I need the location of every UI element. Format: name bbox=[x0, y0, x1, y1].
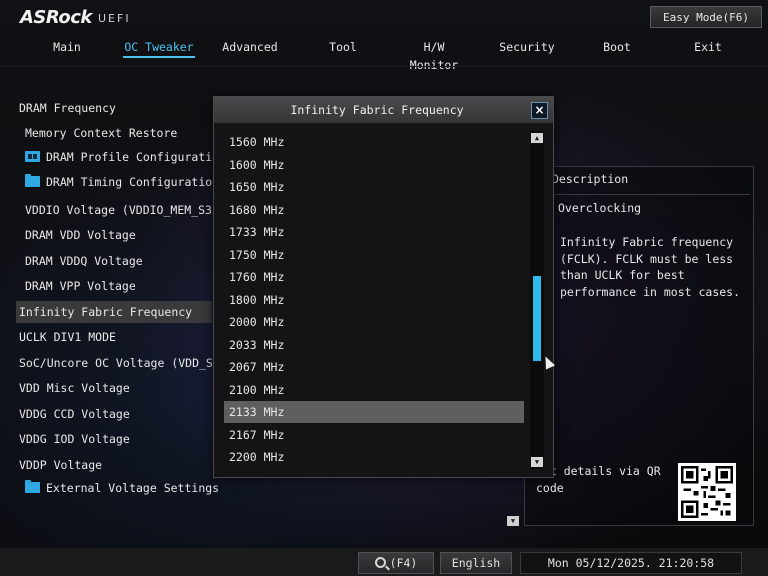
frequency-option[interactable]: 1750 MHz bbox=[224, 244, 524, 266]
menu-item-dram-profile-configuration[interactable]: DRAM Profile Configuration bbox=[25, 146, 226, 168]
asrock-logo: ASRock bbox=[20, 7, 92, 28]
menu-item-dram-vdd-voltage[interactable]: DRAM VDD Voltage bbox=[25, 224, 136, 246]
frequency-option[interactable]: 2167 MHz bbox=[224, 424, 524, 446]
menu-item-dram-vddq-voltage[interactable]: DRAM VDDQ Voltage bbox=[25, 250, 143, 272]
menu-item-memory-context-restore[interactable]: Memory Context Restore bbox=[25, 122, 177, 144]
menu-item-soc-uncore-oc-voltage[interactable]: SoC/Uncore OC Voltage (VDD_SOC) bbox=[19, 352, 234, 374]
menu-item-vddio-voltage[interactable]: VDDIO Voltage (VDDIO_MEM_S3) bbox=[25, 199, 219, 221]
qr-caption: Get details via QR code bbox=[536, 464, 661, 495]
frequency-option-list[interactable]: 1560 MHz 1600 MHz 1650 MHz 1680 MHz 1733 MHz… bbox=[224, 131, 528, 471]
tab-advanced[interactable]: Advanced bbox=[222, 38, 278, 58]
search-button[interactable]: (F4) bbox=[358, 552, 434, 574]
menu-item-vdd-misc-voltage[interactable]: VDD Misc Voltage bbox=[19, 377, 130, 399]
menu-item-vddp-voltage[interactable]: VDDP Voltage bbox=[19, 454, 102, 476]
frequency-option[interactable]: 2067 MHz bbox=[224, 356, 524, 378]
menu-item-infinity-fabric-frequency[interactable]: Infinity Fabric Frequency bbox=[16, 301, 212, 323]
description-title: Overclocking bbox=[558, 201, 642, 215]
frequency-option[interactable]: 2033 MHz bbox=[224, 334, 524, 356]
tab-security[interactable]: Security bbox=[497, 38, 557, 58]
tab-tool[interactable]: Tool bbox=[326, 38, 360, 58]
tab-oc-tweaker[interactable]: OC Tweaker bbox=[123, 38, 195, 58]
menu-item-dram-vpp-voltage[interactable]: DRAM VPP Voltage bbox=[25, 275, 136, 297]
scrollbar-thumb[interactable] bbox=[533, 275, 541, 362]
frequency-option[interactable]: 1650 MHz bbox=[224, 176, 524, 198]
frequency-option[interactable]: 1800 MHz bbox=[224, 289, 524, 311]
page-scroll-down-icon[interactable]: ▼ bbox=[507, 516, 519, 526]
easy-mode-button[interactable]: Easy Mode(F6) bbox=[650, 6, 762, 28]
tab-hw-monitor[interactable]: H/W Monitor bbox=[396, 38, 472, 72]
scroll-up-icon[interactable]: ▲ bbox=[531, 133, 543, 143]
frequency-option[interactable]: 2200 MHz bbox=[224, 446, 524, 468]
qr-code bbox=[678, 463, 736, 521]
menu-item-vddg-iod-voltage[interactable]: VDDG IOD Voltage bbox=[19, 428, 130, 450]
menu-item-label: DRAM Profile Configuration bbox=[46, 150, 227, 164]
description-text: Infinity Fabric frequency (FCLK). FCLK m… bbox=[560, 235, 741, 299]
search-shortcut-label: (F4) bbox=[389, 556, 418, 570]
dialog-scrollbar[interactable]: ▲ ▼ bbox=[530, 131, 544, 469]
infinity-fabric-frequency-dialog: Infinity Fabric Frequency × 1560 MHz 1600… bbox=[213, 96, 554, 478]
profile-icon bbox=[25, 151, 40, 162]
tab-boot[interactable]: Boot bbox=[600, 38, 634, 58]
frequency-option[interactable]: 1560 MHz bbox=[224, 131, 524, 153]
menu-item-label: DRAM Timing Configuration bbox=[46, 175, 220, 189]
menu-item-label: External Voltage Settings bbox=[46, 481, 220, 495]
frequency-option[interactable]: 1760 MHz bbox=[224, 266, 524, 288]
top-divider bbox=[0, 66, 768, 67]
search-icon bbox=[374, 557, 386, 568]
clock-display: Mon 05/12/2025. 21:20:58 bbox=[520, 552, 742, 574]
scroll-down-icon[interactable]: ▼ bbox=[531, 457, 543, 467]
frequency-option[interactable]: 2000 MHz bbox=[224, 311, 524, 333]
menu-item-uclk-div1-mode[interactable]: UCLK DIV1 MODE bbox=[19, 326, 116, 348]
frequency-option[interactable]: 1680 MHz bbox=[224, 199, 524, 221]
description-divider bbox=[528, 194, 750, 195]
frequency-option[interactable]: 2133 MHz bbox=[224, 401, 524, 423]
close-icon[interactable]: × bbox=[531, 102, 548, 119]
menu-item-external-voltage-settings[interactable]: External Voltage Settings bbox=[25, 477, 219, 499]
frequency-option[interactable]: 1600 MHz bbox=[224, 154, 524, 176]
uefi-label: UEFI bbox=[98, 12, 131, 25]
scrollbar-track[interactable] bbox=[533, 147, 541, 453]
menu-item-dram-frequency[interactable]: DRAM Frequency bbox=[19, 97, 116, 119]
folder-icon bbox=[25, 480, 40, 493]
dialog-title: Infinity Fabric Frequency bbox=[290, 103, 464, 117]
main-tabs: Main OC Tweaker Advanced Tool H/W Monito… bbox=[0, 38, 768, 72]
folder-icon bbox=[25, 174, 40, 187]
top-bar: ASRock UEFI Easy Mode(F6) Main OC Tweake… bbox=[0, 0, 768, 72]
language-button[interactable]: English bbox=[440, 552, 512, 574]
description-header: Description bbox=[552, 172, 629, 186]
tab-exit[interactable]: Exit bbox=[693, 38, 723, 58]
frequency-option[interactable]: 2100 MHz bbox=[224, 379, 524, 401]
menu-item-vddg-ccd-voltage[interactable]: VDDG CCD Voltage bbox=[19, 403, 130, 425]
tab-main[interactable]: Main bbox=[52, 38, 82, 58]
menu-item-dram-timing-configuration[interactable]: DRAM Timing Configuration bbox=[25, 171, 219, 193]
frequency-option[interactable]: 1733 MHz bbox=[224, 221, 524, 243]
